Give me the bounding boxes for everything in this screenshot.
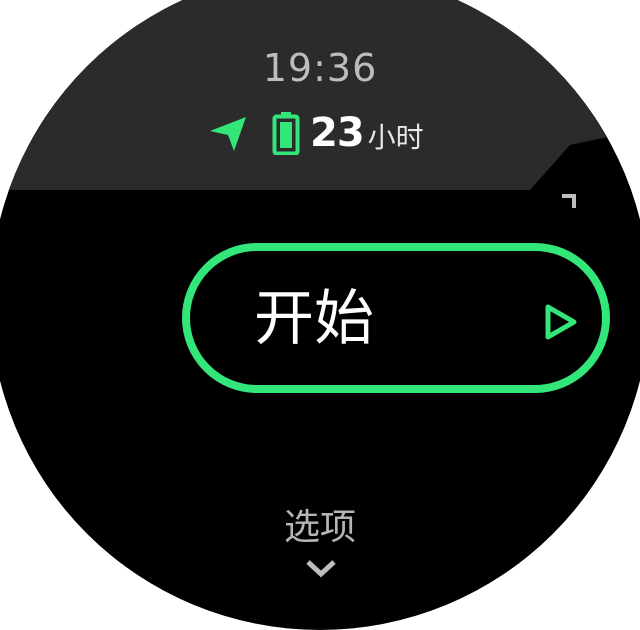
options-menu-item[interactable]: 选项	[0, 498, 640, 550]
battery-hours-unit: 小时	[367, 121, 424, 154]
start-label: 开始	[254, 284, 374, 354]
battery-hours-value: 23	[310, 110, 365, 156]
gps-arrow-icon	[210, 117, 246, 151]
chevron-up-icon[interactable]	[558, 190, 580, 212]
start-button[interactable]: 开始	[182, 243, 610, 393]
status-row: 23 小时	[206, 108, 424, 158]
clock-time: 19:36	[262, 46, 378, 90]
battery-icon	[272, 112, 300, 155]
play-icon	[545, 304, 577, 340]
chevron-down-icon[interactable]	[304, 556, 338, 580]
